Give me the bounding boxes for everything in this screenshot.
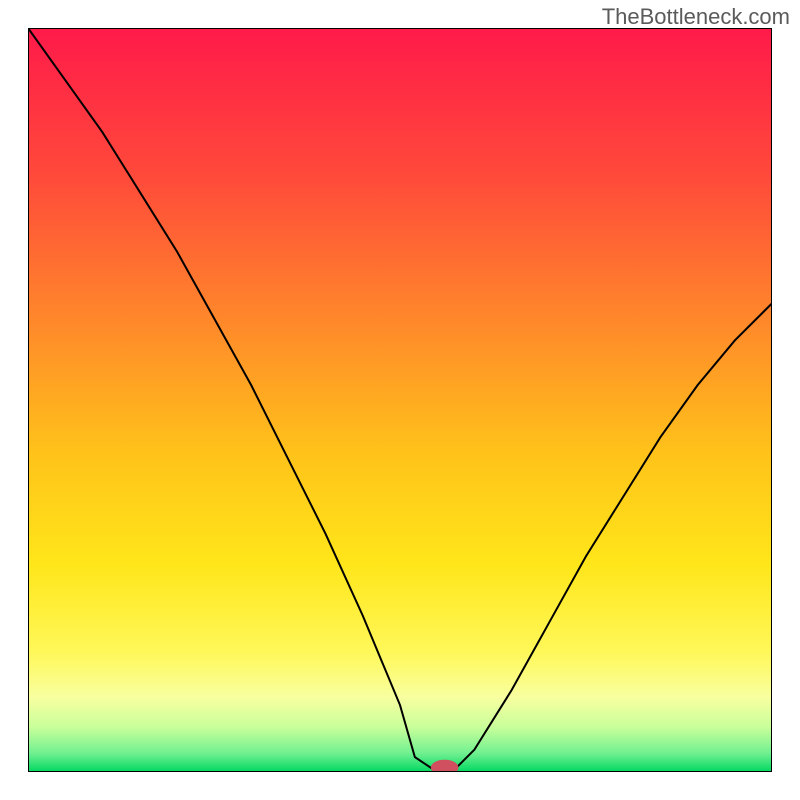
plot-area [28, 28, 772, 772]
bottleneck-chart: TheBottleneck.com [0, 0, 800, 800]
attribution-label: TheBottleneck.com [602, 4, 790, 30]
optimal-point-marker [431, 760, 458, 772]
gradient-background [28, 28, 772, 772]
